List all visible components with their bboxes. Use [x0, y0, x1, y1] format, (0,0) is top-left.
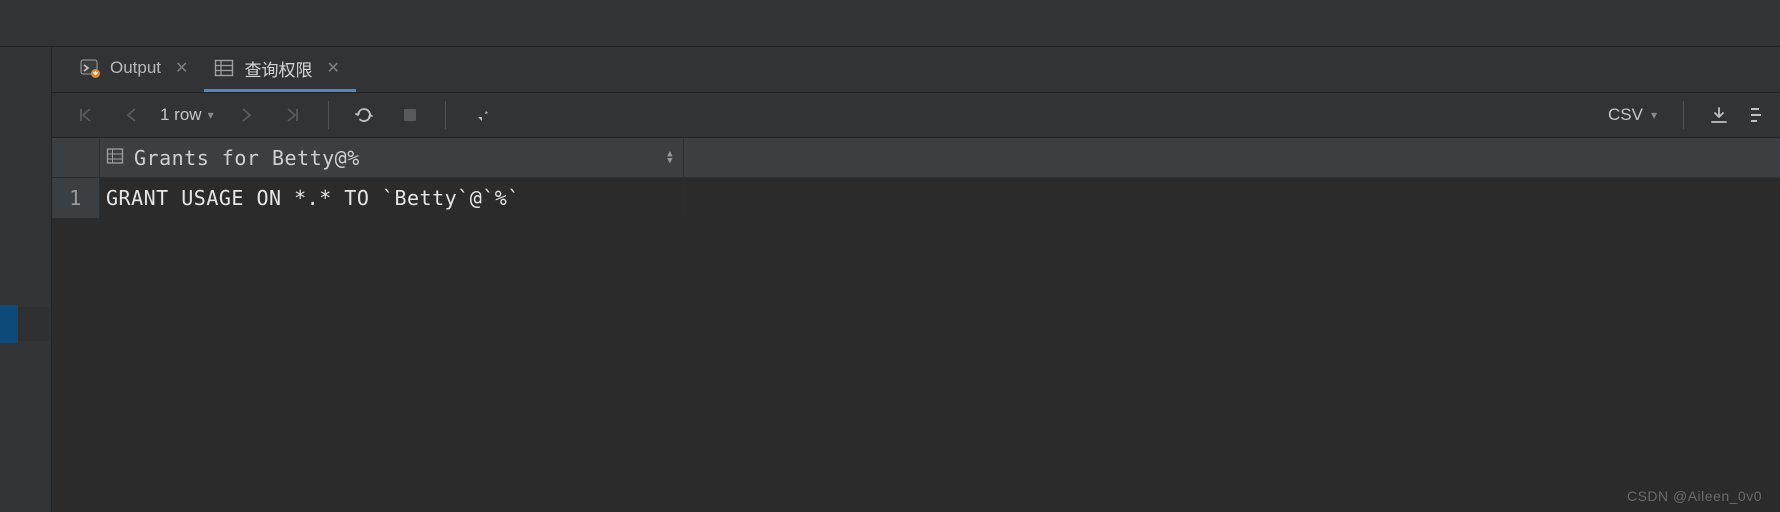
stop-button[interactable] — [391, 98, 429, 132]
row-number-cell: 1 — [52, 178, 100, 218]
pin-button[interactable] — [462, 98, 500, 132]
tab-query-grants[interactable]: 查询权限 ✕ — [204, 47, 355, 92]
chevron-down-icon: ▾ — [208, 108, 214, 122]
table-header-row: Grants for Betty@% ▲▼ — [52, 138, 1780, 178]
first-page-button[interactable] — [66, 98, 104, 132]
table-icon — [214, 58, 234, 78]
grant-cell[interactable]: GRANT USAGE ON *.* TO `Betty`@`%` — [100, 178, 684, 218]
tab-output-label: Output — [102, 58, 167, 78]
table-row[interactable]: 1 GRANT USAGE ON *.* TO `Betty`@`%` — [52, 178, 1780, 218]
column-header-label: Grants for Betty@% — [134, 146, 360, 170]
run-output-icon — [80, 58, 100, 78]
row-number-header — [52, 138, 100, 177]
tab-query-label: 查询权限 — [236, 56, 318, 81]
next-page-button[interactable] — [228, 98, 266, 132]
toolbar-separator — [328, 101, 329, 129]
export-format-selector[interactable]: CSV ▾ — [1598, 105, 1667, 125]
left-gutter-shadow — [18, 307, 52, 341]
sort-handle-icon[interactable]: ▲▼ — [667, 151, 673, 165]
tool-tab-bar: Output ✕ 查询权限 ✕ — [52, 47, 1780, 92]
column-header[interactable]: Grants for Betty@% ▲▼ — [100, 138, 684, 177]
row-count-label: 1 row — [160, 105, 202, 125]
tab-output[interactable]: Output ✕ — [70, 47, 204, 92]
result-table: Grants for Betty@% ▲▼ 1 GRANT USAGE ON *… — [52, 138, 1780, 512]
close-icon[interactable]: ✕ — [169, 58, 194, 78]
window-top-strip — [0, 0, 1780, 47]
close-icon[interactable]: ✕ — [320, 58, 345, 78]
chevron-down-icon: ▾ — [1651, 108, 1657, 122]
row-count[interactable]: 1 row ▾ — [158, 105, 220, 125]
table-icon — [106, 146, 124, 170]
last-page-button[interactable] — [274, 98, 312, 132]
watermark: CSDN @Aileen_0v0 — [1627, 488, 1762, 504]
export-button[interactable] — [1746, 98, 1766, 132]
export-format-label: CSV — [1608, 105, 1643, 125]
result-toolbar: 1 row ▾ — [52, 92, 1780, 138]
download-button[interactable] — [1700, 98, 1738, 132]
prev-page-button[interactable] — [112, 98, 150, 132]
toolbar-separator — [1683, 101, 1684, 129]
breakpoint-marker — [0, 305, 18, 343]
toolbar-separator — [445, 101, 446, 129]
reload-button[interactable] — [345, 98, 383, 132]
left-gutter-panel — [0, 47, 52, 512]
